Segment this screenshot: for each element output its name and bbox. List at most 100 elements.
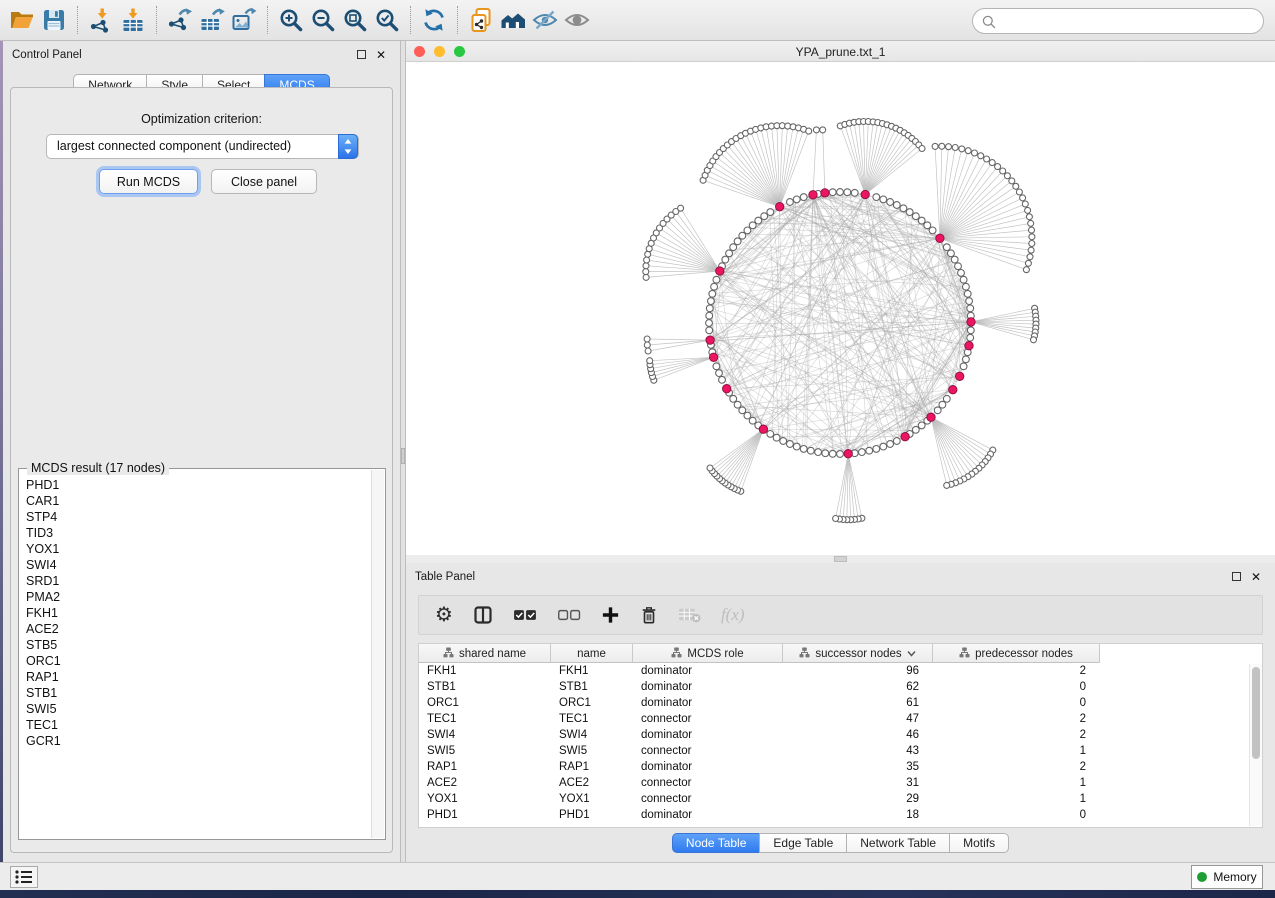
result-list-item[interactable]: SWI4 (26, 557, 371, 573)
automation-panel-button[interactable] (10, 866, 38, 888)
result-list-item[interactable]: TID3 (26, 525, 371, 541)
float-panel-icon[interactable] (357, 50, 366, 59)
close-panel-icon[interactable]: ✕ (1251, 570, 1261, 584)
result-list-item[interactable]: STP4 (26, 509, 371, 525)
delete-column-icon[interactable] (640, 602, 658, 628)
column-header-shared-name[interactable]: shared name (419, 644, 551, 663)
delete-table-icon (678, 602, 701, 628)
column-header-MCDS-role[interactable]: MCDS role (633, 644, 783, 663)
cell-successor-nodes: 31 (783, 777, 933, 789)
column-header-name[interactable]: name (551, 644, 633, 663)
clone-network-icon[interactable] (465, 4, 497, 36)
cell-predecessor-nodes: 2 (933, 761, 1100, 773)
import-network-icon[interactable] (85, 4, 117, 36)
memory-button[interactable]: Memory (1191, 865, 1263, 889)
splitter-grip-icon[interactable] (834, 556, 847, 562)
column-header-successor-nodes[interactable]: successor nodes (783, 644, 933, 663)
mcds-result-list[interactable]: PHD1CAR1STP4TID3YOX1SWI4SRD1PMA2FKH1ACE2… (19, 473, 371, 837)
result-list-item[interactable]: SRD1 (26, 573, 371, 589)
cell-predecessor-nodes: 0 (933, 681, 1100, 693)
scrollbar-thumb[interactable] (1252, 667, 1260, 759)
import-table-icon[interactable] (117, 4, 149, 36)
result-list-item[interactable]: PMA2 (26, 589, 371, 605)
cell-shared-name: PHD1 (419, 809, 551, 821)
toolbar-separator (267, 6, 268, 34)
run-mcds-button[interactable]: Run MCDS (99, 169, 198, 194)
cell-MCDS-role: dominator (633, 665, 783, 677)
cell-name: TEC1 (551, 713, 633, 725)
tab-node-table[interactable]: Node Table (672, 833, 760, 853)
result-list-scrollbar[interactable] (371, 470, 384, 838)
result-list-item[interactable]: CAR1 (26, 493, 371, 509)
attribute-icon (799, 647, 810, 661)
open-file-icon[interactable] (6, 4, 38, 36)
zoom-selected-icon[interactable] (371, 4, 403, 36)
zoom-in-icon[interactable] (275, 4, 307, 36)
deselect-all-icon[interactable] (557, 602, 581, 628)
control-panel-titlebar: Control Panel ✕ (3, 41, 400, 67)
cell-predecessor-nodes: 0 (933, 809, 1100, 821)
zoom-out-icon[interactable] (307, 4, 339, 36)
table-row[interactable]: SWI5SWI5connector431 (419, 743, 1248, 759)
result-list-item[interactable]: YOX1 (26, 541, 371, 557)
table-row[interactable]: FKH1FKH1dominator962 (419, 663, 1248, 679)
new-column-icon[interactable] (601, 602, 620, 628)
table-panel-titlebar: Table Panel ✕ (406, 563, 1275, 589)
show-graphics-details-icon[interactable] (561, 4, 593, 36)
tab-edge-table[interactable]: Edge Table (759, 833, 846, 853)
export-network-icon[interactable] (164, 4, 196, 36)
result-list-item[interactable]: ACE2 (26, 621, 371, 637)
cell-successor-nodes: 18 (783, 809, 933, 821)
float-panel-icon[interactable] (1232, 572, 1241, 581)
splitter-grip-icon[interactable] (401, 448, 405, 464)
node-table: shared namenameMCDS rolesuccessor nodesp… (418, 643, 1263, 828)
tab-network-table[interactable]: Network Table (846, 833, 949, 853)
cell-name: SWI5 (551, 745, 633, 757)
export-image-icon[interactable] (228, 4, 260, 36)
result-list-item[interactable]: STB5 (26, 637, 371, 653)
cell-successor-nodes: 29 (783, 793, 933, 805)
result-list-item[interactable]: ORC1 (26, 653, 371, 669)
list-icon (14, 869, 34, 885)
apply-layout-icon[interactable] (418, 4, 450, 36)
table-row[interactable]: ACE2ACE2connector311 (419, 775, 1248, 791)
zoom-fit-icon[interactable] (339, 4, 371, 36)
table-row[interactable]: STB1STB1dominator620 (419, 679, 1248, 695)
table-row[interactable]: RAP1RAP1dominator352 (419, 759, 1248, 775)
result-list-item[interactable]: GCR1 (26, 733, 371, 749)
table-row[interactable]: SWI4SWI4dominator462 (419, 727, 1248, 743)
hide-graphics-details-icon[interactable] (529, 4, 561, 36)
close-panel-icon[interactable]: ✕ (376, 48, 386, 62)
cell-successor-nodes: 62 (783, 681, 933, 693)
result-list-item[interactable]: FKH1 (26, 605, 371, 621)
cell-name: FKH1 (551, 665, 633, 677)
tab-motifs[interactable]: Motifs (949, 833, 1009, 853)
result-list-item[interactable]: PHD1 (26, 477, 371, 493)
export-table-icon[interactable] (196, 4, 228, 36)
optimization-criterion-select[interactable]: largest connected component (undirected) (46, 134, 359, 159)
close-panel-button[interactable]: Close panel (211, 169, 317, 194)
search-input[interactable] (1001, 9, 1256, 33)
toolbar-separator (410, 6, 411, 34)
cell-successor-nodes: 47 (783, 713, 933, 725)
network-canvas[interactable] (406, 62, 1275, 555)
result-list-item[interactable]: STB1 (26, 685, 371, 701)
column-header-predecessor-nodes[interactable]: predecessor nodes (933, 644, 1100, 663)
table-options-icon[interactable]: ⚙ (435, 602, 453, 628)
toggle-columns-icon[interactable] (473, 602, 493, 628)
table-row[interactable]: TEC1TEC1connector472 (419, 711, 1248, 727)
table-row[interactable]: PHD1PHD1dominator180 (419, 807, 1248, 823)
save-session-icon[interactable] (38, 4, 70, 36)
result-list-item[interactable]: RAP1 (26, 669, 371, 685)
cell-shared-name: FKH1 (419, 665, 551, 677)
result-list-item[interactable]: SWI5 (26, 701, 371, 717)
table-scrollbar[interactable] (1249, 664, 1262, 826)
search-box (972, 8, 1264, 34)
mcds-tab-content: Optimization criterion: largest connecte… (10, 87, 393, 853)
first-neighbors-icon[interactable] (497, 4, 529, 36)
table-row[interactable]: YOX1YOX1connector291 (419, 791, 1248, 807)
table-row[interactable]: ORC1ORC1dominator610 (419, 695, 1248, 711)
result-list-item[interactable]: TEC1 (26, 717, 371, 733)
select-all-icon[interactable] (513, 602, 537, 628)
horizontal-splitter[interactable] (406, 555, 1275, 563)
